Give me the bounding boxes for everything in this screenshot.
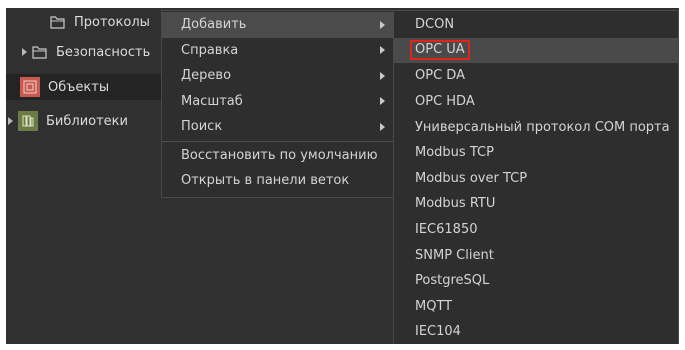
menu-item-help[interactable]: Справка [162, 38, 393, 64]
menu-separator [162, 140, 393, 142]
submenu-arrow-icon [380, 71, 385, 80]
submenu-arrow-icon [380, 46, 385, 55]
tree-item-objects[interactable]: Объекты [6, 74, 162, 100]
submenu-item-modbus-rtu[interactable]: Modbus RTU [394, 191, 678, 217]
menu-item-label: Справка [181, 42, 239, 58]
submenu-item-iec61850[interactable]: IEC61850 [394, 217, 678, 243]
tree-item-label: Безопасность [56, 44, 151, 60]
application-window: Протоколы Безопасность Объекты Библиотек… [6, 8, 679, 344]
add-submenu: DCON OPC UA OPC DA OPC HDA Универсальный… [393, 10, 679, 344]
menu-item-scale[interactable]: Масштаб [162, 89, 393, 115]
menu-item-label: Дерево [181, 68, 232, 84]
submenu-arrow-icon [380, 20, 385, 29]
expand-arrow-icon[interactable] [22, 48, 27, 56]
submenu-arrow-icon [380, 97, 385, 106]
objects-icon [20, 77, 40, 97]
menu-item-label: Добавить [181, 17, 247, 33]
submenu-item-modbus-tcp[interactable]: Modbus TCP [394, 140, 678, 166]
submenu-item-iec104[interactable]: IEC104 [394, 319, 678, 344]
tree-item-label: Библиотеки [46, 113, 128, 129]
tree-item-libraries[interactable]: Библиотеки [8, 108, 128, 134]
submenu-item-mqtt[interactable]: MQTT [394, 294, 678, 320]
tree-item-label: Протоколы [74, 14, 150, 30]
expand-arrow-icon[interactable] [8, 117, 13, 125]
submenu-item-postgresql[interactable]: PostgreSQL [394, 268, 678, 294]
highlight-box: OPC UA [410, 40, 470, 61]
tree-item-security[interactable]: Безопасность [22, 39, 150, 65]
submenu-item-opc-da[interactable]: OPC DA [394, 63, 678, 89]
submenu-item-dcon[interactable]: DCON [394, 12, 678, 38]
submenu-item-snmp-client[interactable]: SNMP Client [394, 242, 678, 268]
tree-item-protocols[interactable]: Протоколы [50, 10, 150, 34]
menu-item-label: Поиск [181, 119, 223, 135]
menu-item-search[interactable]: Поиск [162, 114, 393, 140]
menu-item-tree[interactable]: Дерево [162, 63, 393, 89]
submenu-item-opc-ua[interactable]: OPC UA [394, 37, 678, 64]
folder-icon [50, 16, 65, 29]
menu-item-label: Открыть в панели веток [181, 173, 350, 189]
libraries-icon [18, 111, 38, 131]
menu-item-label: Восстановить по умолчанию [181, 147, 378, 163]
menu-item-add[interactable]: Добавить [162, 12, 393, 38]
submenu-item-modbus-over-tcp[interactable]: Modbus over TCP [394, 166, 678, 192]
menu-item-label: Масштаб [181, 93, 243, 109]
submenu-item-opc-hda[interactable]: OPC HDA [394, 89, 678, 115]
context-menu: Добавить Справка Дерево Масштаб Поиск Во… [161, 10, 394, 198]
submenu-item-universal-com-protocol[interactable]: Универсальный протокол COM порта [394, 114, 678, 140]
menu-item-restore-defaults[interactable]: Восстановить по умолчанию [162, 143, 393, 169]
folder-icon [32, 46, 47, 59]
tree-item-label: Объекты [48, 79, 110, 95]
menu-item-open-in-branch-panel[interactable]: Открыть в панели веток [162, 168, 393, 194]
submenu-arrow-icon [380, 122, 385, 131]
